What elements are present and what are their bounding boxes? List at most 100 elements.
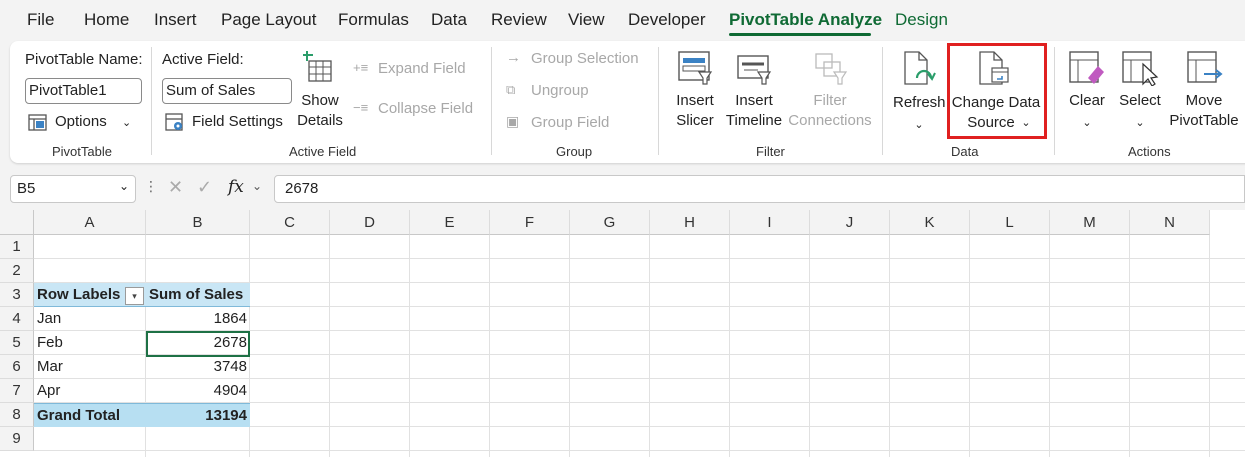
pivot-row-label[interactable]: Jan [34, 307, 146, 331]
options-button[interactable]: Options ⌄ [28, 111, 140, 135]
pivot-row-label[interactable]: Feb [34, 331, 146, 355]
tab-design[interactable]: Design [895, 10, 948, 30]
show-details-icon [303, 51, 332, 82]
clear-button[interactable]: Clear ⌄ [1062, 47, 1112, 135]
row-header-2[interactable]: 2 [0, 259, 34, 283]
name-box-value: B5 [17, 180, 36, 197]
pivot-row-label[interactable]: Mar [34, 355, 146, 379]
column-header-d[interactable]: D [330, 210, 410, 235]
formula-bar: B5 ⌄ ⋮ ✕ ✓ fx ⌄ 2678 [0, 172, 1245, 206]
move-pivottable-button[interactable]: Move PivotTable [1168, 47, 1240, 135]
more-options-icon[interactable]: ⋮ [144, 178, 158, 195]
column-header-c[interactable]: C [250, 210, 330, 235]
group-label-filter: Filter [756, 144, 785, 159]
chevron-down-icon: ⌄ [914, 119, 924, 131]
column-header-f[interactable]: F [490, 210, 570, 235]
insert-function-icon[interactable]: fx [228, 177, 244, 197]
tab-file[interactable]: File [27, 10, 54, 30]
pivot-grand-total-label[interactable]: Grand Total [34, 403, 146, 427]
field-settings-button[interactable]: Field Settings [165, 111, 290, 135]
column-header-b[interactable]: B [146, 210, 250, 235]
expand-icon: +≡ [353, 60, 369, 75]
tab-data[interactable]: Data [431, 10, 467, 30]
column-header-j[interactable]: J [810, 210, 890, 235]
column-header-n[interactable]: N [1130, 210, 1210, 235]
active-field-input[interactable]: Sum of Sales [162, 78, 292, 104]
tab-home[interactable]: Home [84, 10, 129, 30]
formula-input[interactable]: 2678 [274, 175, 1245, 203]
collapse-field-button[interactable]: −≡ Collapse Field [353, 99, 488, 121]
gridline [34, 258, 1245, 259]
column-header-h[interactable]: H [650, 210, 730, 235]
group-field-button[interactable]: ▣ Group Field [506, 113, 616, 135]
group-label-actions: Actions [1128, 144, 1171, 159]
tab-formulas[interactable]: Formulas [338, 10, 409, 30]
row-header-8[interactable]: 8 [0, 403, 34, 427]
group-separator [491, 47, 492, 155]
filter-dropdown-icon[interactable]: ▾ [125, 287, 144, 305]
expand-field-label: Expand Field [378, 60, 466, 77]
column-header-m[interactable]: M [1050, 210, 1130, 235]
chevron-down-icon[interactable]: ⌄ [119, 179, 129, 193]
row-header-9[interactable]: 9 [0, 427, 34, 451]
refresh-button[interactable]: Refresh ⌄ [893, 47, 946, 135]
row-header-7[interactable]: 7 [0, 379, 34, 403]
spreadsheet-grid: ABCDEFGHIJKLMN 123456789 Row Labels ▾ Su… [0, 210, 1245, 457]
cancel-icon[interactable]: ✕ [168, 177, 183, 198]
group-label-data: Data [951, 144, 979, 159]
tab-view[interactable]: View [568, 10, 605, 30]
check-icon[interactable]: ✓ [197, 177, 212, 198]
ungroup-label: Ungroup [531, 82, 589, 99]
column-header-g[interactable]: G [570, 210, 650, 235]
active-cell-selection [146, 331, 250, 357]
column-header-l[interactable]: L [970, 210, 1050, 235]
pivot-row-value[interactable]: 3748 [146, 355, 250, 379]
select-button[interactable]: Select ⌄ [1114, 47, 1166, 135]
show-details-label-1: Show [301, 92, 339, 109]
column-header-k[interactable]: K [890, 210, 970, 235]
row-header-6[interactable]: 6 [0, 355, 34, 379]
tab-pivottable-analyze[interactable]: PivotTable Analyze [729, 10, 882, 30]
insert-timeline-label-2: Timeline [725, 112, 783, 129]
row-header-5[interactable]: 5 [0, 331, 34, 355]
tab-insert[interactable]: Insert [154, 10, 197, 30]
insert-slicer-button[interactable]: Insert Slicer [670, 47, 720, 135]
chevron-down-icon: ⌄ [1135, 117, 1145, 129]
select-all-corner[interactable] [0, 210, 34, 235]
select-label: Select [1119, 92, 1161, 109]
change-data-source-highlight [947, 43, 1047, 139]
insert-timeline-button[interactable]: Insert Timeline [722, 47, 786, 135]
pivot-sum-header[interactable]: Sum of Sales [146, 283, 250, 307]
chevron-down-icon[interactable]: ⌄ [252, 179, 262, 193]
formula-controls: ✕ ✓ fx ⌄ [160, 175, 270, 203]
refresh-label: Refresh [893, 94, 946, 111]
ungroup-button[interactable]: ⧉ Ungroup [506, 81, 606, 103]
pivot-row-value[interactable]: 1864 [146, 307, 250, 331]
pivot-row-label[interactable]: Apr [34, 379, 146, 403]
group-selection-button[interactable]: → Group Selection [506, 49, 646, 71]
group-separator [882, 47, 883, 155]
row-header-4[interactable]: 4 [0, 307, 34, 331]
calendar-icon: ▣ [506, 113, 520, 129]
pivot-grand-total-value[interactable]: 13194 [146, 403, 250, 427]
row-header-1[interactable]: 1 [0, 235, 34, 259]
name-box[interactable]: B5 ⌄ [10, 175, 136, 203]
tab-developer[interactable]: Developer [628, 10, 706, 30]
pivottable-name-input[interactable]: PivotTable1 [25, 78, 142, 104]
filter-connections-label-2: Connections [788, 112, 872, 129]
row-header-3[interactable]: 3 [0, 283, 34, 307]
column-header-a[interactable]: A [34, 210, 146, 235]
group-label-group: Group [556, 144, 593, 159]
select-icon [1122, 51, 1159, 86]
column-header-i[interactable]: I [730, 210, 810, 235]
pivot-row-value[interactable]: 4904 [146, 379, 250, 403]
tab-page-layout[interactable]: Page Layout [221, 10, 316, 30]
pivottable-name-label: PivotTable Name: [25, 51, 143, 68]
expand-field-button[interactable]: +≡ Expand Field [353, 59, 483, 81]
gridline [809, 235, 810, 457]
show-details-button[interactable]: Show Details [293, 47, 347, 135]
group-separator [658, 47, 659, 155]
column-header-e[interactable]: E [410, 210, 490, 235]
tab-review[interactable]: Review [491, 10, 547, 30]
filter-connections-button[interactable]: Filter Connections [788, 47, 872, 135]
